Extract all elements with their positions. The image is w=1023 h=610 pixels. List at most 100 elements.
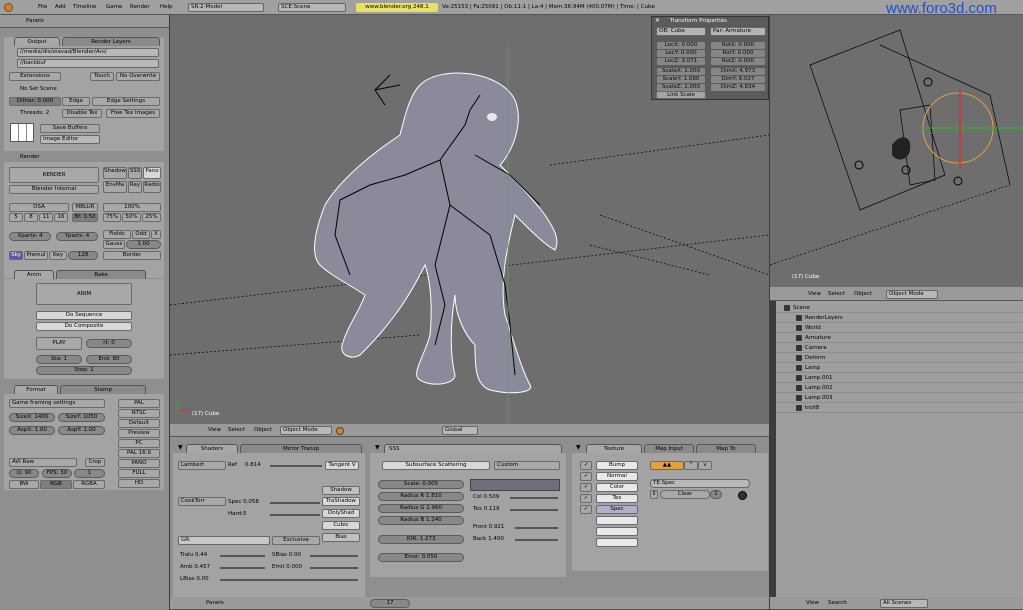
sss-tex-field[interactable]: Tex 0.119 [473,505,499,513]
sss-color-swatch[interactable] [470,479,560,491]
camview-menu-view[interactable]: View [808,290,821,299]
sss-tex-slider[interactable] [510,509,558,511]
amb-field[interactable]: Amb 0.457 [180,563,210,571]
tex-arrow-icon[interactable]: ▲▲ [650,461,684,470]
image-editor-field[interactable]: Image Editor [40,135,100,144]
preset-pal[interactable]: PAL [118,399,160,408]
outliner-row[interactable]: Armature [776,333,1023,343]
mblur-toggle[interactable]: MBLUR [72,203,98,212]
anim-button[interactable]: ANIM [36,283,132,305]
tab-sss[interactable]: SSS [384,444,562,453]
camview-menu-select[interactable]: Select [828,290,845,299]
extensions-button[interactable]: Extensions [9,72,61,81]
clear-button[interactable]: Clear [660,490,710,499]
ref-value[interactable]: 0.814 [245,461,261,469]
object-name-field[interactable]: OB: Cube [656,27,706,36]
sbias-slider[interactable] [310,555,358,557]
exclusive-toggle[interactable]: Exclusive [272,536,320,545]
buttons-panels-menu[interactable]: Panels [206,599,224,608]
outliner-menu-search[interactable]: Search [828,599,847,608]
shadow-toggle[interactable]: Shadow [103,167,127,179]
aspy-field[interactable]: AspY: 1.00 [58,426,105,435]
menu-file[interactable]: File [38,3,47,12]
close-icon[interactable]: ✕ [655,18,660,24]
avi-raw-select[interactable]: AVI Raw [9,458,77,467]
preset-pano[interactable]: PANO [118,459,160,468]
tex-channel-slot[interactable]: Bump [596,461,638,470]
outliner-row[interactable]: RenderLayers [776,313,1023,323]
tex-channel-check-icon[interactable]: ✓ [580,494,592,503]
tex-channel-empty-slot[interactable] [596,516,638,525]
menu-timeline[interactable]: Timeline [73,3,96,12]
all-scenes-select[interactable]: All Scenes [880,599,928,608]
cubic-toggle[interactable]: Cubic [322,521,360,530]
preset-default[interactable]: Default [118,419,160,428]
tex-up-icon[interactable]: ^ [684,461,698,470]
border-toggle[interactable]: Border [103,251,161,260]
parent-field[interactable]: Par: Armature [710,27,766,36]
envmap-toggle[interactable]: EnvMa [103,181,127,193]
rt-field[interactable]: rt: 0 [86,339,132,348]
panels-label[interactable]: Panels [26,17,44,26]
sbias-field[interactable]: SBias 0.00 [272,551,301,559]
odd-toggle[interactable]: Odd [132,230,150,239]
viewport-mode-select[interactable]: Object Mode [280,426,332,435]
scene-selector[interactable]: SCE:Scene [278,3,346,12]
texture-name-field[interactable]: TE:Spec [650,479,750,488]
fake-user-icon[interactable] [738,491,747,500]
no-overwrite-button[interactable]: No Overwrite [116,72,160,81]
premul-toggle[interactable]: Premul [24,251,48,260]
render-panel-header[interactable]: Render [20,153,40,162]
radius-b-field[interactable]: Radius B 1.240 [378,516,464,525]
grid-icon[interactable] [10,123,34,142]
camview-mode-select[interactable]: Object Mode [886,290,938,299]
front-field[interactable]: Front 0.921 [473,523,504,531]
step-field[interactable]: Step: 1 [36,366,132,375]
ref-slider[interactable] [270,465,322,467]
end-field[interactable]: End: 80 [86,355,132,364]
quality-field[interactable]: Q: 90 [9,469,39,478]
cooktorr-select[interactable]: CookTorr [178,497,226,506]
preset-pal169[interactable]: PAL 16:9 [118,449,160,458]
do-sequence-toggle[interactable]: Do Sequence [36,311,132,320]
sss-col-slider[interactable] [510,497,558,499]
osa-toggle[interactable]: OSA [9,203,69,212]
menu-help[interactable]: Help [160,3,173,12]
game-framing-button[interactable]: Game framing settings [9,399,105,408]
draw-type-icon[interactable] [336,427,344,435]
osa-16[interactable]: 16 [54,213,68,222]
sss-col-field[interactable]: Col 0.509 [473,493,499,501]
tex-channel-empty-slot[interactable] [596,538,638,547]
viewport-menu-object[interactable]: Object [254,426,272,435]
x-toggle[interactable]: X [151,230,161,239]
sta-field[interactable]: Sta: 1 [36,355,82,364]
outliner-row[interactable]: troll8 [776,403,1023,413]
tex-down-icon[interactable]: v [698,461,712,470]
tab-shaders[interactable]: Shaders [186,444,238,453]
blender-logo-icon[interactable] [4,3,13,12]
tex-channel-slot[interactable]: Spec [596,505,638,514]
menu-game[interactable]: Game [106,3,122,12]
outliner-row[interactable]: Lamp.001 [776,373,1023,383]
tex-channel-check-icon[interactable]: ✓ [580,483,592,492]
render-button[interactable]: RENDER [9,167,99,183]
shaders-collapse-icon[interactable]: ▼ [178,445,183,451]
sss-toggle[interactable]: SSS [128,167,142,179]
preset-hd[interactable]: HD [118,479,160,488]
rgba-toggle[interactable]: RGBA [73,480,105,489]
tab-map-to[interactable]: Map To [696,444,756,453]
camera-viewport[interactable]: (17) Cube [770,15,1023,287]
sizey-field[interactable]: SizeY: 1050 [58,413,105,422]
outliner-row[interactable]: Lamp [776,363,1023,373]
locz-field[interactable]: LocZ: 3.071 [656,57,706,66]
sky-toggle[interactable]: Sky [9,251,23,260]
tab-mirror-transp[interactable]: Mirror Transp [240,444,362,453]
no-set-scene-label[interactable]: No Set Scene [20,85,57,93]
group-field[interactable]: GR: [178,536,270,545]
tab-format[interactable]: Format [14,385,58,394]
ray-toggle[interactable]: Ray [128,181,142,193]
tab-texture[interactable]: Texture [586,444,642,453]
val-128[interactable]: 128 [68,251,98,260]
key-toggle[interactable]: Key [49,251,67,260]
outliner-menu-view[interactable]: View [806,599,819,608]
